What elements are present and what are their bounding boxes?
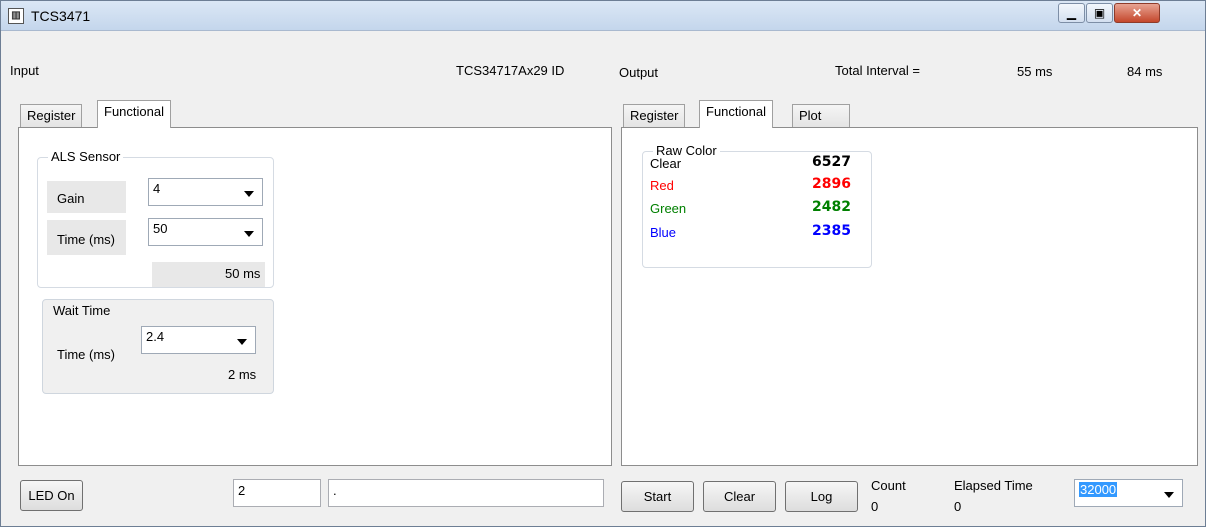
raw-color-label: Clear <box>650 156 682 171</box>
tab-register-right[interactable]: Register <box>623 104 686 128</box>
output-functional-panel: Raw Color Clear 6527 Red 2896 Green 2482 Blue 2… <box>621 127 1198 466</box>
output-label: Output <box>619 65 659 80</box>
gain-select-value: 4 <box>153 181 161 196</box>
raw-color-label: Red <box>650 178 674 193</box>
raw-color-group: Raw Color Clear 6527 Red 2896 Green 2482 Blue 2… <box>642 143 872 268</box>
input-label: Input <box>10 63 39 78</box>
raw-color-value: 2896 <box>812 176 851 192</box>
count-value: 0 <box>871 499 879 514</box>
interval-select[interactable]: 32000 <box>1074 479 1183 507</box>
als-time-label: Time (ms) <box>57 232 116 247</box>
raw-color-value: 6527 <box>812 154 851 170</box>
start-button[interactable]: Start <box>621 481 694 512</box>
interval-value-2: 84 ms <box>1127 64 1163 79</box>
chevron-down-icon <box>244 191 254 197</box>
input-functional-panel: ALS Sensor Gain 4 Time (ms) 50 50 ms Wai… <box>18 127 612 466</box>
chevron-down-icon <box>1164 492 1174 498</box>
app-icon: ▥ <box>8 8 24 24</box>
als-sensor-title: ALS Sensor <box>48 149 124 164</box>
tab-plot[interactable]: Plot <box>792 104 850 128</box>
raw-color-label: Blue <box>650 225 677 240</box>
raw-color-label: Green <box>650 201 687 216</box>
title-bar: ▥ TCS3471 ▁ ▣ ✕ <box>1 1 1205 31</box>
tab-functional-left[interactable]: Functional <box>97 100 171 128</box>
interval-value-1: 55 ms <box>1017 64 1053 79</box>
wait-time-title: Wait Time <box>53 303 111 318</box>
gain-select[interactable]: 4 <box>148 178 263 206</box>
als-time-select[interactable]: 50 <box>148 218 263 246</box>
wait-time-label: Time (ms) <box>57 347 116 362</box>
chevron-down-icon <box>237 339 247 345</box>
maximize-button[interactable]: ▣ <box>1086 3 1113 23</box>
count-label: Count <box>871 478 906 493</box>
total-interval-label: Total Interval = <box>835 63 920 78</box>
elapsed-time-value: 0 <box>954 499 962 514</box>
text-input[interactable]: . <box>328 479 604 507</box>
minimize-button[interactable]: ▁ <box>1058 3 1085 23</box>
device-id-label: TCS34717Ax29 ID <box>456 63 565 78</box>
als-time-result: 50 ms <box>225 266 261 281</box>
wait-time-select[interactable]: 2.4 <box>141 326 256 354</box>
gain-label: Gain <box>57 191 85 206</box>
wait-time-group: Wait Time Time (ms) 2.4 2 ms <box>42 299 274 394</box>
tab-functional-right[interactable]: Functional <box>699 100 773 128</box>
led-on-button[interactable]: LED On <box>20 480 83 511</box>
log-button[interactable]: Log <box>785 481 858 512</box>
als-time-select-value: 50 <box>153 221 168 236</box>
raw-color-value: 2482 <box>812 199 851 215</box>
tab-register-left[interactable]: Register <box>20 104 83 128</box>
elapsed-time-label: Elapsed Time <box>954 478 1033 493</box>
value-input[interactable]: 2 <box>233 479 321 507</box>
raw-color-value: 2385 <box>812 223 851 239</box>
app-window: ▥ TCS3471 ▁ ▣ ✕ Input TCS34717Ax29 ID Ou… <box>0 0 1206 527</box>
wait-time-select-value: 2.4 <box>146 329 165 344</box>
window-title: TCS3471 <box>31 8 91 24</box>
interval-select-value: 32000 <box>1079 482 1118 497</box>
als-sensor-group: ALS Sensor Gain 4 Time (ms) 50 50 ms <box>37 149 274 288</box>
wait-time-result: 2 ms <box>228 367 257 382</box>
chevron-down-icon <box>244 231 254 237</box>
clear-button[interactable]: Clear <box>703 481 776 512</box>
close-button[interactable]: ✕ <box>1114 3 1160 23</box>
